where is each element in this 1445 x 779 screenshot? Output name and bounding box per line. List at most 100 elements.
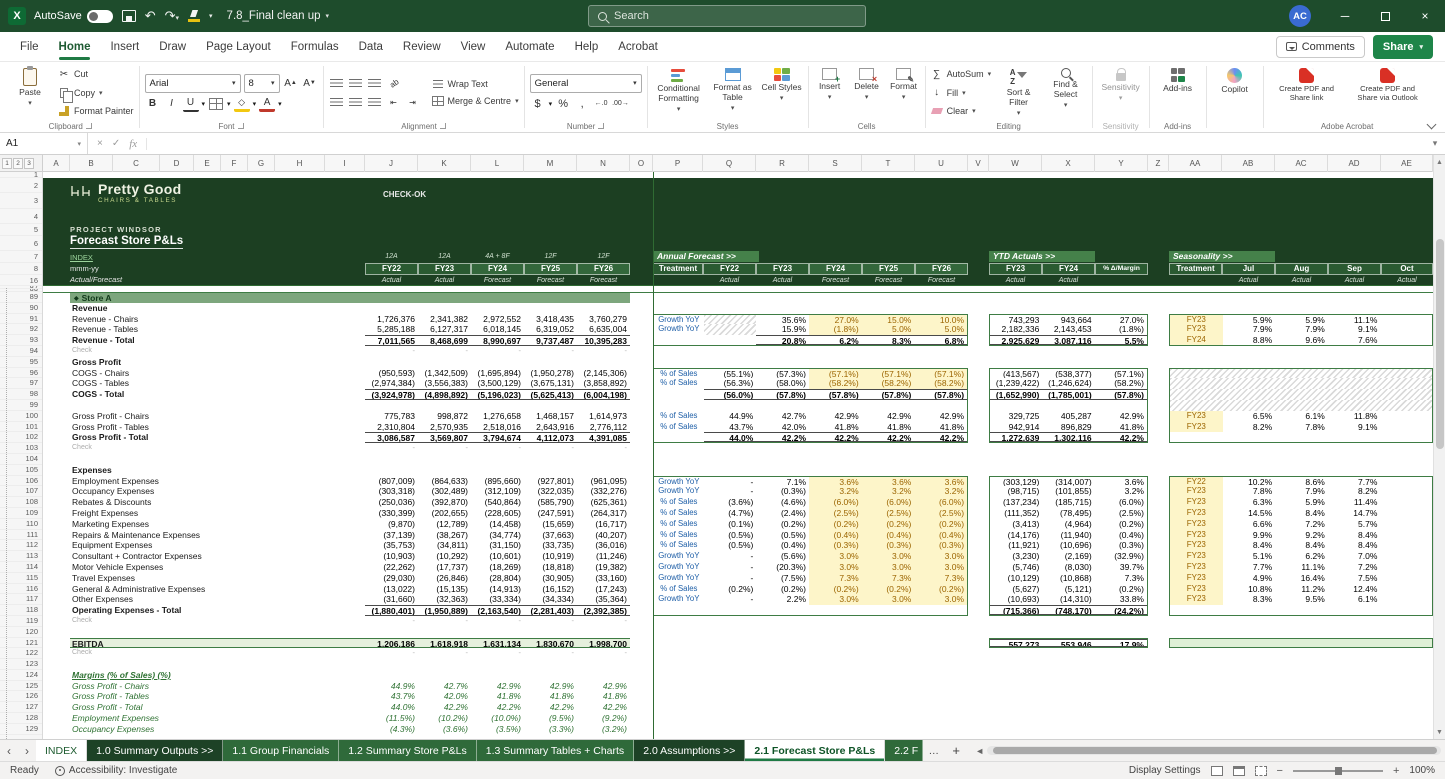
cell[interactable]: 5.9%	[1223, 315, 1276, 325]
cell[interactable]	[325, 454, 365, 465]
hscroll-left-icon[interactable]: ◄	[975, 746, 984, 756]
cell[interactable]	[325, 573, 365, 584]
cell[interactable]: 3,087,116	[1042, 335, 1094, 345]
cell[interactable]: 11.8%	[1328, 411, 1381, 422]
cell[interactable]	[365, 627, 418, 638]
cell[interactable]: 998,872	[418, 411, 471, 422]
cell[interactable]: Check	[70, 443, 325, 454]
column-header-K[interactable]: K	[418, 155, 471, 172]
copilot-button[interactable]: Copilot	[1212, 66, 1258, 119]
cell[interactable]	[1148, 293, 1169, 303]
cell[interactable]	[630, 551, 653, 562]
cell[interactable]	[325, 443, 365, 454]
cell[interactable]	[630, 378, 653, 389]
scroll-up-icon[interactable]: ▲	[1436, 155, 1443, 169]
cell[interactable]: 6.6%	[1223, 519, 1276, 530]
cell[interactable]: (5.6%)	[756, 551, 809, 562]
cell[interactable]: 41.8%	[524, 691, 577, 702]
menu-tab-data[interactable]: Data	[349, 32, 393, 62]
cell[interactable]: (57.3%)	[756, 369, 809, 379]
cell[interactable]: 5.0%	[914, 324, 967, 335]
cell[interactable]	[325, 497, 365, 508]
cell[interactable]: -	[524, 616, 577, 627]
cell[interactable]: 7.3%	[862, 573, 915, 584]
menu-tab-help[interactable]: Help	[565, 32, 609, 62]
cell[interactable]: (14,458)	[471, 519, 524, 530]
cell[interactable]: (10,868)	[1042, 573, 1094, 584]
cell[interactable]: (0.2%)	[1095, 519, 1147, 530]
cell[interactable]	[630, 335, 653, 346]
cell[interactable]	[1380, 477, 1432, 487]
cell[interactable]: (14,310)	[1042, 594, 1094, 605]
cell[interactable]: COGS - Tables	[70, 378, 325, 389]
cell[interactable]: 27.0%	[1095, 315, 1147, 325]
cell[interactable]: (98,715)	[990, 486, 1042, 497]
zoom-out-icon[interactable]: −	[1277, 765, 1283, 777]
cell[interactable]	[1148, 713, 1169, 724]
cell[interactable]: (5,627)	[990, 584, 1042, 595]
cell[interactable]	[654, 335, 704, 345]
cell[interactable]: (202,655)	[418, 508, 471, 519]
cell[interactable]	[43, 389, 70, 400]
cell[interactable]	[1380, 519, 1432, 530]
column-header-T[interactable]: T	[862, 155, 915, 172]
cell[interactable]	[418, 454, 471, 465]
cell[interactable]: (927,801)	[524, 476, 577, 487]
cell[interactable]: -	[471, 648, 524, 659]
cell[interactable]: (5,625,413)	[524, 389, 577, 400]
cell[interactable]	[418, 670, 471, 681]
cell[interactable]	[325, 616, 365, 627]
cell[interactable]	[43, 497, 70, 508]
cell[interactable]	[862, 605, 915, 615]
cell[interactable]	[630, 530, 653, 541]
cell[interactable]: 743,293	[990, 315, 1042, 325]
cell[interactable]	[968, 508, 989, 519]
cell[interactable]	[968, 681, 989, 692]
cell[interactable]: 1,276,658	[471, 411, 524, 422]
cell[interactable]: (14,176)	[990, 530, 1042, 541]
cell[interactable]: 6.1%	[1275, 411, 1328, 422]
addins-button[interactable]: Add-ins	[1155, 66, 1201, 119]
cell[interactable]: (58.2%)	[862, 378, 915, 389]
cell[interactable]: (17,737)	[418, 562, 471, 573]
cell[interactable]	[43, 432, 70, 443]
cell[interactable]: (20.3%)	[756, 562, 809, 573]
cell[interactable]: -	[365, 443, 418, 454]
cell[interactable]: 3.0%	[862, 562, 915, 573]
cell[interactable]: 7.7%	[1223, 562, 1276, 573]
cell[interactable]: Gross Profit	[70, 357, 325, 368]
cell[interactable]	[1148, 573, 1169, 584]
outline-level-2-button[interactable]: 2	[13, 158, 23, 169]
column-header-F[interactable]: F	[221, 155, 248, 172]
cell[interactable]	[968, 389, 989, 400]
cell[interactable]: 3.0%	[862, 594, 915, 605]
column-header-H[interactable]: H	[275, 155, 325, 172]
cell[interactable]: (413,567)	[990, 369, 1042, 379]
italic-button[interactable]: I	[164, 96, 180, 112]
cell[interactable]	[365, 465, 418, 476]
zoom-level[interactable]: 100%	[1409, 765, 1435, 776]
new-sheet-button[interactable]: +	[945, 740, 967, 761]
column-header-Q[interactable]: Q	[703, 155, 756, 172]
cell[interactable]	[577, 670, 630, 681]
row-header-5[interactable]: 5	[0, 224, 42, 236]
cell[interactable]	[43, 540, 70, 551]
cell[interactable]	[1380, 508, 1432, 519]
cell[interactable]: (1.8%)	[1095, 324, 1147, 335]
middle-align-icon[interactable]	[348, 75, 364, 91]
cell[interactable]: 8.3%	[1223, 594, 1276, 605]
bold-button[interactable]: B	[145, 96, 161, 112]
cell[interactable]	[1380, 324, 1432, 335]
cell[interactable]: (11.5%)	[365, 713, 418, 724]
increase-indent-icon[interactable]: ⇥	[405, 94, 421, 110]
cell[interactable]	[325, 605, 365, 616]
cell[interactable]	[43, 335, 70, 346]
cell[interactable]: % of Sales	[654, 508, 704, 519]
cell[interactable]: 1,206,186	[365, 638, 418, 649]
cell[interactable]	[968, 378, 989, 389]
cell[interactable]	[524, 357, 577, 368]
cell[interactable]: (37,139)	[365, 530, 418, 541]
column-header-R[interactable]: R	[756, 155, 809, 172]
cell[interactable]: (3.5%)	[471, 724, 524, 735]
cell[interactable]	[1148, 378, 1169, 389]
